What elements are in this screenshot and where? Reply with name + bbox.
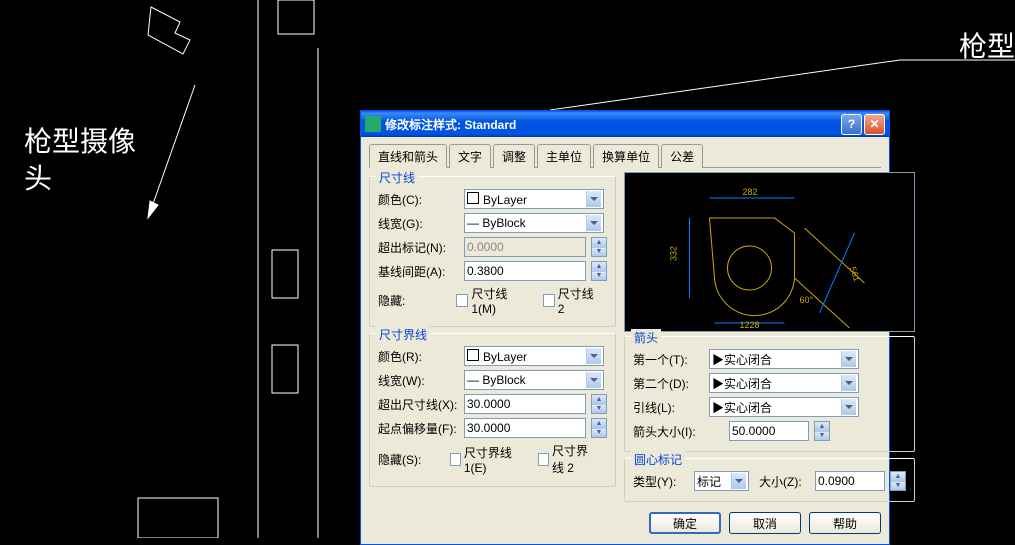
center-type-label: 类型(Y): (633, 473, 688, 490)
cad-label-left: 枪型摄像 头 (24, 124, 136, 199)
spinner[interactable]: ▲▼ (591, 394, 607, 414)
group-extension-line: 尺寸界线 颜色(R): ByLayer 线宽(W): — ByBlock (369, 333, 616, 487)
extline-offset-input[interactable]: 30.0000 (464, 418, 586, 438)
group-arrows: 箭头 第一个(T): ▶实心闭合 第二个(D): ▶实心闭合 (624, 336, 915, 452)
dropdown-arrow-icon (586, 372, 601, 388)
tab-lines-arrows[interactable]: 直线和箭头 (369, 144, 447, 168)
arrow-size-input[interactable]: 50.0000 (729, 421, 809, 441)
dropdown-arrow-icon (586, 215, 601, 231)
cad-label-right: 枪型 (959, 30, 1015, 66)
titlebar[interactable]: 修改标注样式: Standard ? ✕ (361, 111, 889, 137)
center-size-input[interactable]: 0.0900 (815, 471, 885, 491)
center-type-combo[interactable]: 标记 (694, 471, 749, 491)
dimline-hide2-checkbox[interactable]: 尺寸线 2 (543, 285, 599, 316)
extline-color-combo[interactable]: ByLayer (464, 346, 604, 366)
tab-tolerance[interactable]: 公差 (661, 144, 703, 168)
dropdown-arrow-icon (841, 351, 856, 367)
center-size-label: 大小(Z): (759, 473, 809, 490)
tab-alternate[interactable]: 换算单位 (593, 144, 659, 168)
help-button[interactable]: 帮助 (809, 512, 881, 534)
dimline-extend-label: 超出标记(N): (378, 239, 458, 256)
arrow-second-combo[interactable]: ▶实心闭合 (709, 373, 859, 393)
tab-strip: 直线和箭头 文字 调整 主单位 换算单位 公差 (369, 143, 881, 168)
arrow-leader-combo[interactable]: ▶实心闭合 (709, 397, 859, 417)
dimline-hide-label: 隐藏: (378, 292, 450, 309)
spinner[interactable]: ▲▼ (591, 261, 607, 281)
dropdown-arrow-icon (841, 375, 856, 391)
extline-lw-combo[interactable]: — ByBlock (464, 370, 604, 390)
dropdown-arrow-icon (586, 191, 601, 207)
dialog-title: 修改标注样式: Standard (385, 116, 839, 133)
arrow-second-label: 第二个(D): (633, 375, 703, 392)
dimline-hide1-checkbox[interactable]: 尺寸线 1(M) (456, 285, 528, 316)
preview-panel: 282 332 561 60° 1228 (624, 172, 915, 332)
spinner[interactable]: ▲▼ (814, 421, 830, 441)
tab-text[interactable]: 文字 (449, 144, 491, 168)
svg-text:561: 561 (848, 265, 863, 283)
arrow-first-label: 第一个(T): (633, 351, 703, 368)
group-title: 尺寸界线 (376, 326, 430, 343)
extline-extend-label: 超出尺寸线(X): (378, 396, 458, 413)
extline-lw-label: 线宽(W): (378, 372, 458, 389)
svg-text:282: 282 (743, 187, 758, 197)
dropdown-arrow-icon (841, 399, 856, 415)
dimline-color-label: 颜色(C): (378, 191, 458, 208)
tab-fit[interactable]: 调整 (493, 144, 535, 168)
spinner[interactable]: ▲▼ (591, 237, 607, 257)
group-title: 箭头 (631, 329, 661, 346)
app-icon (365, 116, 381, 132)
extline-hide-label: 隐藏(S): (378, 451, 444, 468)
spinner[interactable]: ▲▼ (890, 471, 906, 491)
svg-text:1228: 1228 (740, 320, 760, 330)
extline-color-label: 颜色(R): (378, 348, 458, 365)
dimline-baseline-input[interactable]: 0.3800 (464, 261, 586, 281)
dropdown-arrow-icon (731, 473, 746, 489)
group-title: 尺寸线 (376, 169, 418, 186)
dimline-color-combo[interactable]: ByLayer (464, 189, 604, 209)
tab-primary[interactable]: 主单位 (537, 144, 591, 168)
extline-hide2-checkbox[interactable]: 尺寸界线 2 (538, 442, 599, 476)
group-dimension-line: 尺寸线 颜色(C): ByLayer 线宽(G): — ByBlock (369, 176, 616, 327)
arrow-size-label: 箭头大小(I): (633, 423, 723, 440)
extline-offset-label: 起点偏移量(F): (378, 420, 458, 437)
extline-extend-input[interactable]: 30.0000 (464, 394, 586, 414)
button-bar: 确定 取消 帮助 (369, 512, 881, 534)
arrow-leader-label: 引线(L): (633, 399, 703, 416)
titlebar-close-button[interactable]: ✕ (864, 114, 885, 135)
cancel-button[interactable]: 取消 (729, 512, 801, 534)
extline-hide1-checkbox[interactable]: 尺寸界线 1(E) (450, 444, 524, 475)
dimline-baseline-label: 基线间距(A): (378, 263, 458, 280)
svg-text:60°: 60° (800, 295, 814, 305)
dimline-extend-input: 0.0000 (464, 237, 586, 257)
group-center-mark: 圆心标记 类型(Y): 标记 大小(Z): 0.0900 ▲▼ (624, 458, 915, 502)
svg-text:332: 332 (669, 246, 679, 261)
arrow-first-combo[interactable]: ▶实心闭合 (709, 349, 859, 369)
dimline-lw-label: 线宽(G): (378, 215, 458, 232)
group-title: 圆心标记 (631, 451, 685, 468)
dropdown-arrow-icon (586, 348, 601, 364)
dimline-lw-combo[interactable]: — ByBlock (464, 213, 604, 233)
titlebar-help-button[interactable]: ? (841, 114, 862, 135)
spinner[interactable]: ▲▼ (591, 418, 607, 438)
ok-button[interactable]: 确定 (649, 512, 721, 534)
dimension-style-dialog: 修改标注样式: Standard ? ✕ 直线和箭头 文字 调整 主单位 换算单… (360, 110, 890, 545)
